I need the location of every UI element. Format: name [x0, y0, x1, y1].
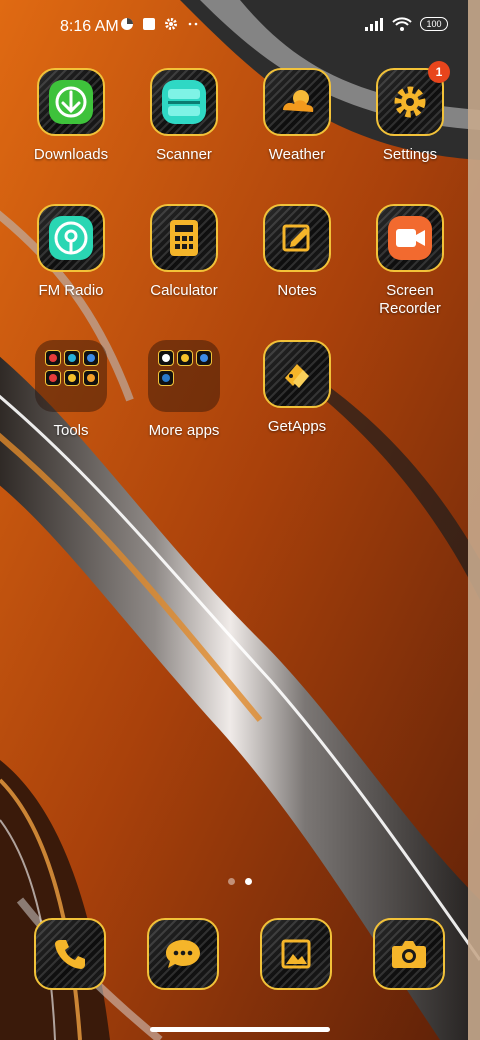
mini-app-icon [45, 350, 61, 366]
gear-icon [165, 18, 177, 30]
getapps-icon [285, 364, 309, 388]
app-scanner[interactable]: Scanner [128, 68, 240, 164]
app-settings[interactable]: 1 Settings [354, 61, 466, 164]
weather-icon [283, 90, 314, 112]
app-fm-radio[interactable]: FM Radio [15, 204, 127, 300]
phone-icon [55, 940, 85, 969]
app-label: Scanner [156, 146, 212, 163]
app-icon-tile[interactable] [37, 68, 105, 136]
app-icon-tile[interactable] [263, 340, 331, 408]
app-screen-recorder[interactable]: Screen Recorder [354, 204, 466, 318]
dock-messages[interactable] [147, 918, 219, 990]
more-dots-icon [188, 22, 198, 26]
folder-more-apps[interactable]: More apps [128, 340, 240, 440]
app-icon-tile[interactable] [150, 204, 218, 272]
radio-icon [49, 216, 93, 260]
mini-app-icon [64, 370, 80, 386]
app-icon-tile[interactable] [263, 204, 331, 272]
gallery-icon [281, 939, 311, 969]
app-getapps[interactable]: GetApps [241, 340, 353, 436]
app-weather[interactable]: Weather [241, 68, 353, 164]
mini-app-icon [177, 350, 193, 366]
download-icon [49, 80, 93, 124]
signal-icon [365, 18, 383, 31]
notification-badge: 1 [428, 61, 450, 83]
app-label: Calculator [150, 282, 218, 299]
dock-camera[interactable] [373, 918, 445, 990]
calculator-icon [170, 220, 198, 256]
app-notes[interactable]: Notes [241, 204, 353, 300]
folder-tile[interactable] [35, 340, 107, 412]
mini-app-icon [45, 370, 61, 386]
app-calculator[interactable]: Calculator [128, 204, 240, 300]
status-time: 8:16 AM [60, 18, 119, 35]
square-notification-icon [143, 18, 155, 30]
dock [0, 918, 480, 994]
mini-app-icon [83, 370, 99, 386]
page-dot-active[interactable] [245, 878, 252, 885]
app-label: Notes [277, 282, 317, 299]
message-icon [166, 940, 200, 968]
app-downloads[interactable]: Downloads [15, 68, 127, 164]
home-indicator[interactable] [150, 1027, 330, 1032]
app-icon-tile[interactable]: 1 [376, 61, 450, 136]
wifi-icon [392, 17, 412, 31]
camera-icon [392, 941, 426, 968]
app-label: More apps [148, 422, 220, 439]
app-label: Settings [382, 146, 438, 163]
app-icon-tile[interactable] [263, 68, 331, 136]
app-label: FM Radio [38, 282, 104, 299]
scanner-icon [162, 80, 206, 124]
app-label: Screen Recorder [379, 282, 441, 317]
dock-phone[interactable] [34, 918, 106, 990]
app-label: GetApps [267, 418, 327, 435]
app-icon-tile[interactable] [37, 204, 105, 272]
battery-icon: 100 [420, 17, 448, 31]
folder-tools[interactable]: Tools [15, 340, 127, 440]
mini-app-icon [158, 370, 174, 386]
page-indicator [0, 878, 480, 885]
page-dot[interactable] [228, 878, 235, 885]
app-icon-tile[interactable] [150, 68, 218, 136]
mini-app-icon [196, 350, 212, 366]
mini-app-icon [158, 350, 174, 366]
mini-app-icon [83, 350, 99, 366]
notes-icon [282, 224, 310, 252]
gear-icon [394, 86, 426, 118]
screen-recorder-icon [388, 216, 432, 260]
app-label: Tools [53, 422, 89, 439]
folder-tile[interactable] [148, 340, 220, 412]
app-label: Downloads [33, 146, 109, 163]
status-bar: 8:16 AM 100 [0, 0, 480, 56]
dock-gallery[interactable] [260, 918, 332, 990]
mini-app-icon [64, 350, 80, 366]
status-icons-right: 100 [364, 17, 448, 31]
status-icons-left [120, 17, 200, 31]
data-usage-icon [121, 18, 133, 30]
app-label: Weather [268, 146, 326, 163]
app-icon-tile[interactable] [376, 204, 444, 272]
